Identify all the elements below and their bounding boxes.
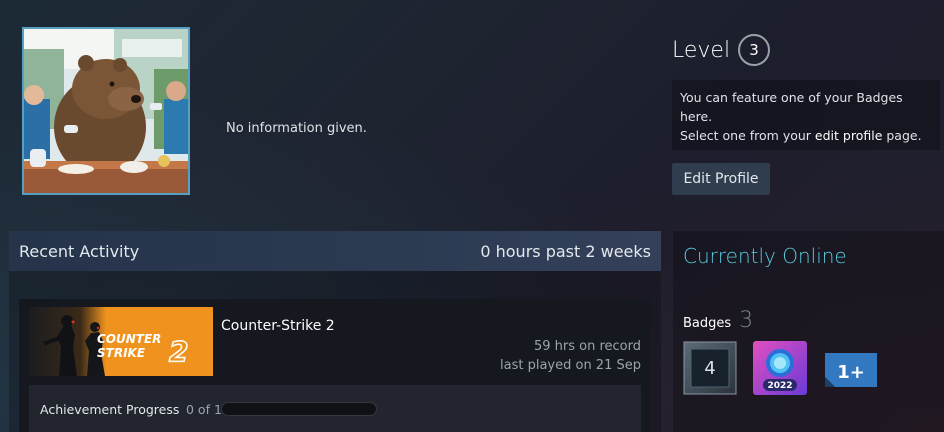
- profile-side-panel: Currently Online Badges 3 4 2022 1+: [673, 231, 944, 432]
- profile-avatar[interactable]: [22, 27, 190, 195]
- achievement-progress-row[interactable]: Achievement Progress 0 of 1: [29, 385, 641, 432]
- steam-replay-2022-badge-icon[interactable]: 2022: [753, 341, 807, 395]
- badges-heading[interactable]: Badges 3: [683, 308, 753, 333]
- badges-count[interactable]: 3: [739, 308, 753, 333]
- level-label: Level: [672, 37, 731, 63]
- featured-badge-hint: You can feature one of your Badges here.…: [672, 80, 940, 150]
- badge-hint-suffix: page.: [882, 128, 922, 143]
- profile-summary: No information given.: [226, 121, 367, 136]
- game-last-played: last played on 21 Sep: [500, 358, 641, 373]
- game-hours-on-record: 59 hrs on record: [533, 339, 641, 354]
- game-capsule-image[interactable]: COUNTER STRIKE 2: [29, 307, 213, 376]
- recent-activity-title[interactable]: Recent Activity: [19, 242, 139, 261]
- edit-profile-button[interactable]: Edit Profile: [672, 163, 770, 195]
- badge-3-text: 1+: [837, 362, 865, 383]
- badge-hint-line1: You can feature one of your Badges here.: [680, 90, 903, 124]
- badge-1-text: 4: [704, 358, 715, 379]
- achievement-count: 0 of 1: [186, 402, 222, 417]
- capsule-text-strike: STRIKE: [97, 346, 146, 360]
- achievement-progress-label: Achievement Progress: [40, 402, 180, 417]
- profile-level: Level 3: [672, 34, 771, 66]
- capsule-text-counter: COUNTER: [97, 332, 161, 346]
- achievement-progress-bar: [221, 402, 377, 416]
- capsule-text-2: 2: [169, 335, 188, 368]
- recent-activity-panel: Recent Activity 0 hours past 2 weeks COU…: [9, 231, 661, 432]
- one-plus-badge-icon[interactable]: 1+: [821, 341, 877, 395]
- edit-profile-link[interactable]: edit profile: [815, 128, 882, 143]
- online-status: Currently Online: [683, 244, 847, 268]
- level-number: 3: [738, 34, 771, 66]
- badge-hint-line2: Select one from your edit profile page.: [680, 126, 932, 145]
- recent-activity-hours: 0 hours past 2 weeks: [480, 242, 651, 261]
- game-card: COUNTER STRIKE 2 Counter-Strike 2 59 hrs…: [19, 299, 651, 432]
- years-of-service-badge-icon[interactable]: 4: [683, 341, 737, 395]
- game-name[interactable]: Counter-Strike 2: [221, 318, 335, 334]
- badge-hint-prefix: Select one from your: [680, 128, 815, 143]
- badge-2-text: 2022: [767, 381, 792, 391]
- recent-activity-header: Recent Activity 0 hours past 2 weeks: [9, 231, 661, 271]
- badges-label[interactable]: Badges: [683, 316, 731, 331]
